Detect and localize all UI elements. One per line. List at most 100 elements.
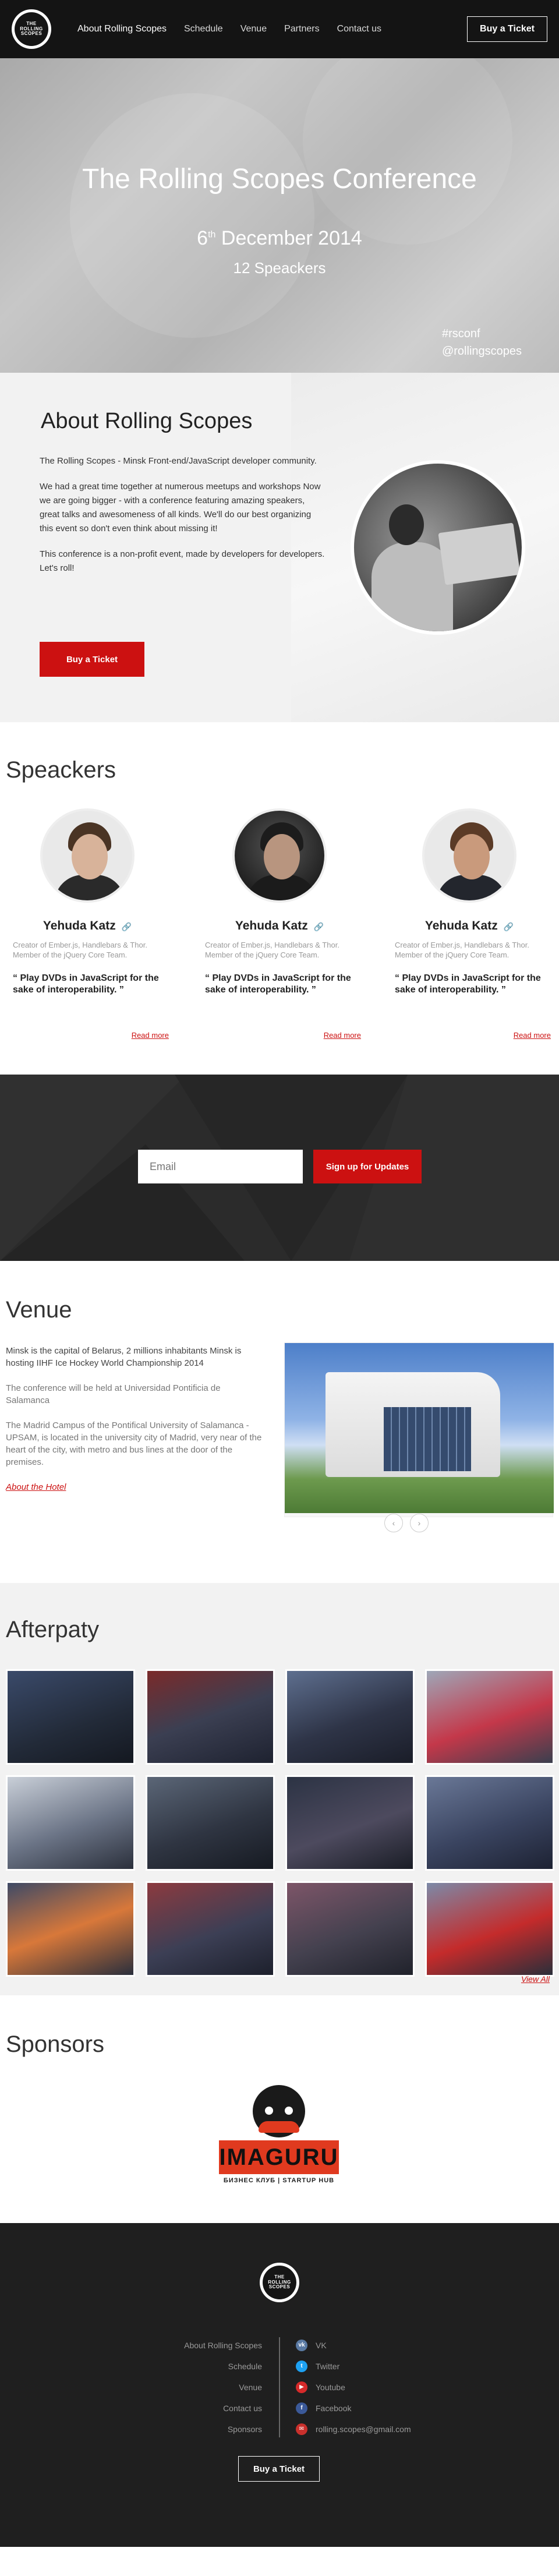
photo-monitor [438, 522, 521, 585]
about-section: About Rolling Scopes The Rolling Scopes … [0, 373, 559, 722]
site-logo[interactable]: THE ROLLING SCOPES [12, 9, 51, 49]
sponsor-logo[interactable]: IMAGURU БИЗНЕС КЛУБ | STARTUP HUB [219, 2085, 339, 2190]
hero-handle: @rollingscopes [441, 345, 522, 358]
social-youtube[interactable]: ▶ Youtube [296, 2377, 411, 2398]
footer-logo[interactable]: THE ROLLING SCOPES [260, 2263, 299, 2302]
venue-text: Minsk is the capital of Belarus, 2 milli… [6, 1345, 262, 1493]
speaker-name-text: Yehuda Katz [424, 919, 498, 932]
speaker-quote: “ Play DVDs in JavaScript for the sake o… [13, 973, 159, 995]
read-more-link[interactable]: Read more [132, 1031, 169, 1040]
speakers-section: Speackers Yehuda Katz 🔗 Creator of Ember.… [0, 722, 559, 1075]
hero-date: 6th December 2014 [0, 227, 559, 250]
header-buy-ticket-button[interactable]: Buy a Ticket [467, 16, 547, 42]
gallery-thumb[interactable] [285, 1669, 415, 1765]
photo-face [454, 834, 490, 879]
footer-buy-ticket-button[interactable]: Buy a Ticket [238, 2456, 320, 2482]
social-vk[interactable]: vk VK [296, 2335, 411, 2356]
sponsors-title: Sponsors [6, 2031, 104, 2057]
about-buy-ticket-button[interactable]: Buy a Ticket [40, 642, 144, 677]
about-hotel-link[interactable]: About the Hotel [6, 1482, 66, 1492]
gallery-thumb[interactable] [425, 1669, 554, 1765]
venue-slider [284, 1342, 554, 1517]
gallery-thumb[interactable] [6, 1881, 135, 1977]
about-paragraph: This conference is a non-profit event, m… [40, 549, 325, 573]
logo-text: THE ROLLING SCOPES [263, 2266, 296, 2299]
view-all-link[interactable]: View All [521, 1974, 550, 1984]
nav-item-schedule[interactable]: Schedule [175, 24, 232, 34]
signup-updates-button[interactable]: Sign up for Updates [313, 1150, 422, 1183]
gallery-thumb[interactable] [146, 1881, 275, 1977]
sponsors-section: Sponsors IMAGURU БИЗНЕС КЛУБ | STARTUP H… [0, 1995, 559, 2223]
speaker-name: Yehuda Katz 🔗 [198, 919, 361, 933]
subscribe-form: Sign up for Updates [138, 1150, 422, 1183]
link-icon[interactable]: 🔗 [504, 922, 514, 931]
venue-paragraph: Minsk is the capital of Belarus, 2 milli… [6, 1346, 242, 1368]
social-label: Twitter [316, 2362, 340, 2371]
speaker-photo[interactable] [232, 808, 327, 903]
site-header: THE ROLLING SCOPES About Rolling Scopes … [0, 0, 559, 58]
gallery-thumb[interactable] [425, 1775, 554, 1871]
afterparty-section: Afterpaty View All [0, 1583, 559, 1995]
photo-gallery [6, 1669, 554, 1977]
subscribe-section: Sign up for Updates [0, 1075, 559, 1261]
sponsor-eye [262, 2104, 276, 2118]
gallery-thumb[interactable] [6, 1775, 135, 1871]
logo-text: THE ROLLING SCOPES [15, 12, 48, 46]
speaker-name: Yehuda Katz 🔗 [388, 919, 551, 933]
hero-title: The Rolling Scopes Conference [82, 164, 477, 195]
read-more-link[interactable]: Read more [324, 1031, 361, 1040]
footer-divider [279, 2337, 280, 2437]
photo-face [72, 834, 108, 879]
hero-date-day: 6 [197, 227, 208, 249]
footer-links: About Rolling Scopes Schedule Venue Cont… [184, 2335, 262, 2440]
gallery-thumb[interactable] [285, 1775, 415, 1871]
footer-link-venue[interactable]: Venue [239, 2383, 262, 2392]
venue-section: Venue Minsk is the capital of Belarus, 2… [0, 1261, 559, 1583]
about-title: About Rolling Scopes [41, 409, 253, 433]
read-more-link[interactable]: Read more [514, 1031, 551, 1040]
photo-building-glass [384, 1407, 471, 1471]
nav-item-about[interactable]: About Rolling Scopes [69, 24, 175, 34]
gallery-thumb[interactable] [285, 1881, 415, 1977]
nav-item-contact[interactable]: Contact us [328, 24, 390, 34]
speaker-role: Creator of Ember.js, Handlebars & Thor. … [13, 941, 147, 959]
footer-social: vk VK t Twitter ▶ Youtube f Facebook ✉ rollin… [296, 2335, 411, 2440]
social-facebook[interactable]: f Facebook [296, 2398, 411, 2419]
mail-icon: ✉ [296, 2423, 307, 2435]
about-photo [351, 460, 525, 635]
chevron-right-icon[interactable]: › [410, 1514, 429, 1532]
gallery-thumb[interactable] [146, 1775, 275, 1871]
venue-paragraph: The Madrid Campus of the Pontifical Univ… [6, 1420, 262, 1467]
social-twitter[interactable]: t Twitter [296, 2356, 411, 2377]
sponsor-eye [282, 2104, 296, 2118]
email-input[interactable] [138, 1150, 303, 1183]
chevron-left-icon[interactable]: ‹ [384, 1514, 403, 1532]
footer-link-about[interactable]: About Rolling Scopes [184, 2341, 262, 2350]
speaker-role: Creator of Ember.js, Handlebars & Thor. … [205, 941, 339, 959]
gallery-thumb[interactable] [6, 1669, 135, 1765]
social-email[interactable]: ✉ rolling.scopes@gmail.com [296, 2419, 411, 2440]
nav-item-partners[interactable]: Partners [275, 24, 328, 34]
footer-link-schedule[interactable]: Schedule [228, 2362, 262, 2371]
venue-title: Venue [6, 1297, 72, 1323]
footer-link-contact[interactable]: Contact us [223, 2404, 262, 2413]
social-label: VK [316, 2341, 327, 2350]
speakers-title: Speackers [6, 757, 116, 783]
sponsor-name: IMAGURU [219, 2140, 339, 2174]
footer-link-sponsors[interactable]: Sponsors [228, 2425, 262, 2434]
hero-section: The Rolling Scopes Conference 6th Decemb… [0, 58, 559, 373]
speaker-photo[interactable] [40, 808, 135, 903]
link-icon[interactable]: 🔗 [314, 922, 324, 931]
about-paragraph: The Rolling Scopes - Minsk Front-end/Jav… [40, 456, 317, 466]
social-label: Youtube [316, 2383, 345, 2392]
gallery-thumb[interactable] [425, 1881, 554, 1977]
link-icon[interactable]: 🔗 [122, 922, 132, 931]
facebook-icon: f [296, 2402, 307, 2414]
hero-tags: #rsconf @rollingscopes [442, 325, 522, 360]
nav-item-venue[interactable]: Venue [232, 24, 275, 34]
speaker-photo[interactable] [422, 808, 516, 903]
speaker-card: Yehuda Katz 🔗 Creator of Ember.js, Handle… [198, 808, 361, 1040]
twitter-icon: t [296, 2361, 307, 2372]
venue-paragraph: The conference will be held at Universid… [6, 1383, 221, 1405]
gallery-thumb[interactable] [146, 1669, 275, 1765]
